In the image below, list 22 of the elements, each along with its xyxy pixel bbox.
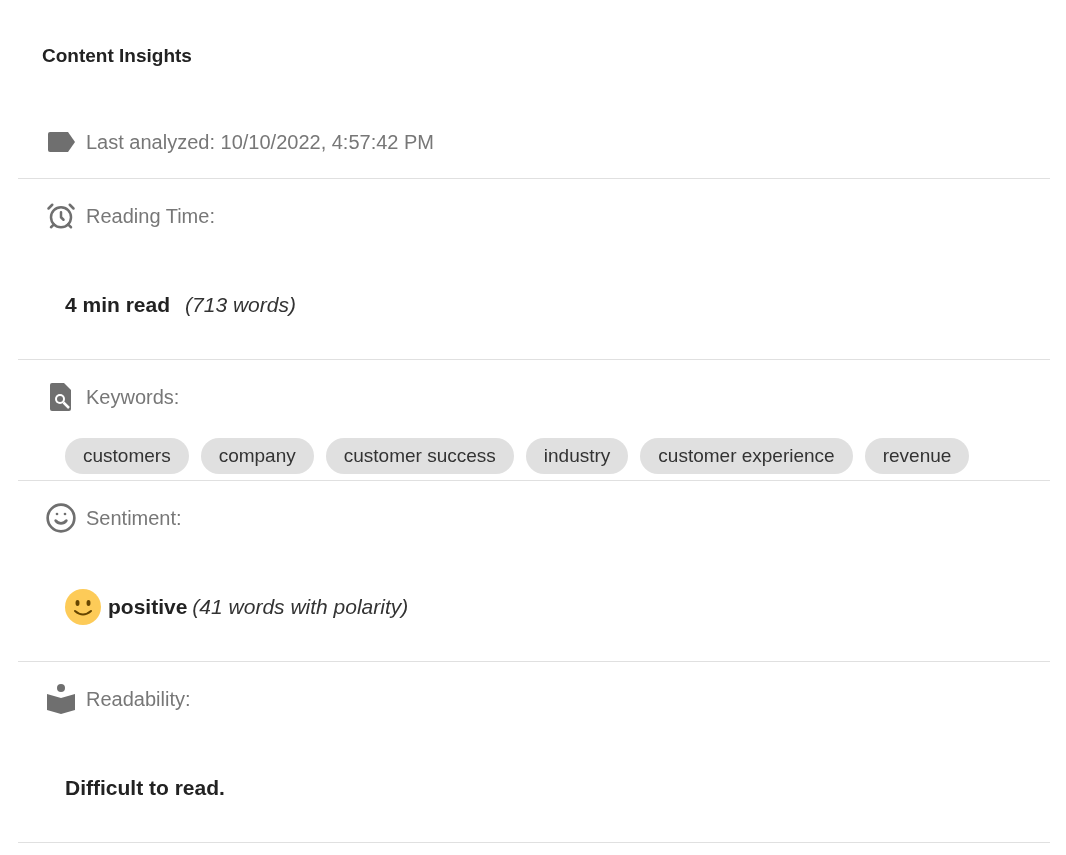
detail-text: (41 words with polarity) <box>192 594 409 621</box>
keyword-chip: revenue <box>864 438 970 474</box>
smile-icon <box>45 502 77 534</box>
value-text: positive <box>108 594 188 621</box>
value-text: Difficult to read. <box>65 775 225 802</box>
tag-icon <box>46 131 76 153</box>
section-label: Last analyzed: 10/10/2022, 4:57:42 PM <box>86 130 435 155</box>
keyword-chip: customers <box>65 438 189 474</box>
smiley-emoji-icon <box>65 589 101 625</box>
value-text: 4 min read <box>65 292 171 319</box>
keyword-chip: industry <box>525 438 629 474</box>
section-label: Reading Time: <box>86 204 215 229</box>
keyword-chip: customer success <box>325 438 514 474</box>
detail-text: (713 words) <box>185 292 296 319</box>
section-label: Sentiment: <box>86 506 182 531</box>
alarm-clock-icon <box>46 201 76 231</box>
keyword-chip: company <box>200 438 314 474</box>
section-label: Keywords: <box>86 385 180 410</box>
panel-title: Content Insights <box>42 45 192 66</box>
section-label: Readability: <box>86 687 191 712</box>
reader-icon <box>46 683 76 715</box>
keyword-chip: customer experience <box>640 438 853 474</box>
